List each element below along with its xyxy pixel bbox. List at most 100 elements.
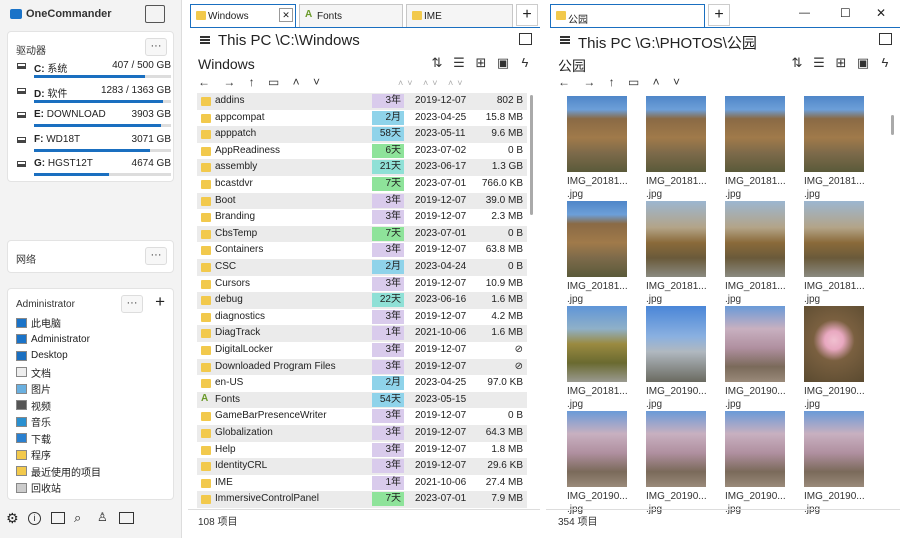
file-row[interactable]: Globalization 3年 2019-12-07 64.3 MB xyxy=(197,425,527,442)
favorite-item[interactable]: 此电脑 xyxy=(16,315,61,330)
drive-item[interactable]: F: WD18T 3071 GB xyxy=(17,134,171,158)
path-bar[interactable]: This PC \C:\Windows xyxy=(218,32,360,49)
favorite-item[interactable]: Administrator xyxy=(16,332,90,347)
user-more-button[interactable]: ··· xyxy=(121,295,143,313)
close-tab-icon[interactable]: ✕ xyxy=(279,8,293,22)
drive-item[interactable]: G: HGST12T 4674 GB xyxy=(17,158,171,182)
file-row[interactable]: IdentityCRL 3年 2019-12-07 29.6 KB xyxy=(197,458,527,475)
add-favorite-button[interactable]: + xyxy=(155,292,165,312)
drive-item[interactable]: C: 系统 407 / 500 GB xyxy=(17,60,171,84)
drive-item[interactable]: D: 软件 1283 / 1363 GB xyxy=(17,85,171,109)
file-row[interactable]: en-US 2月 2023-04-25 97.0 KB xyxy=(197,375,527,392)
search-icon[interactable]: ⌕ xyxy=(74,510,81,526)
minimize-button[interactable]: — xyxy=(799,7,810,19)
drive-item[interactable]: E: DOWNLOAD 3903 GB xyxy=(17,109,171,133)
window-icon[interactable] xyxy=(119,512,134,524)
photo-thumbnail[interactable] xyxy=(725,201,785,277)
favorite-item[interactable]: 音乐 xyxy=(16,414,51,429)
photo-thumbnail[interactable] xyxy=(725,306,785,382)
favorite-item[interactable]: Desktop xyxy=(16,348,68,363)
file-row[interactable]: CSC 2月 2023-04-24 0 B xyxy=(197,259,527,276)
new-item-icon[interactable]: ⊞ xyxy=(832,55,850,71)
file-row[interactable]: Containers 3年 2019-12-07 63.8 MB xyxy=(197,242,527,259)
scrollbar[interactable] xyxy=(530,95,533,215)
nav-buttons[interactable]: ← → ↑ ▭ ˄ ˅ xyxy=(198,75,325,89)
column-sort-carets[interactable]: ˄˅ ˄˅ ˄˅ xyxy=(398,78,467,88)
file-row[interactable]: IME 1年 2021-10-06 27.4 MB xyxy=(197,475,527,492)
file-row[interactable]: apppatch 58天 2023-05-11 9.6 MB xyxy=(197,126,527,143)
user-icon[interactable]: ♙ xyxy=(97,510,108,524)
file-row[interactable]: Cursors 3年 2019-12-07 10.9 MB xyxy=(197,276,527,293)
file-row[interactable]: Downloaded Program Files 3年 2019-12-07 ⊘ xyxy=(197,358,527,376)
file-row[interactable]: DigitalLocker 3年 2019-12-07 ⊘ xyxy=(197,342,527,359)
favorite-item[interactable]: 程序 xyxy=(16,447,51,462)
maximize-button[interactable]: ☐ xyxy=(840,6,851,20)
favorite-item[interactable]: 视频 xyxy=(16,398,51,413)
photo-thumbnail[interactable] xyxy=(646,306,706,382)
path-bar[interactable]: This PC \G:\PHOTOS\公园 xyxy=(578,32,757,53)
file-row[interactable]: debug 22天 2023-06-16 1.6 MB xyxy=(197,292,527,309)
photo-thumbnail[interactable] xyxy=(646,201,706,277)
actions-icon[interactable]: ϟ xyxy=(876,55,894,70)
new-item-icon[interactable]: ⊞ xyxy=(472,55,490,71)
photo-thumbnail[interactable] xyxy=(646,96,706,172)
file-row[interactable]: GameBarPresenceWriter 3年 2019-12-07 0 B xyxy=(197,408,527,425)
file-row[interactable]: appcompat 2月 2023-04-25 15.8 MB xyxy=(197,110,527,127)
favorite-item[interactable]: 文档 xyxy=(16,365,51,380)
close-button[interactable]: ✕ xyxy=(876,6,886,20)
columns-icon[interactable] xyxy=(879,33,892,45)
file-size: ⊘ xyxy=(514,344,523,355)
file-row[interactable]: A Fonts 54天 2023-05-15 xyxy=(197,391,527,409)
photo-thumbnail[interactable] xyxy=(804,201,864,277)
photo-thumbnail[interactable] xyxy=(567,306,627,382)
nav-buttons[interactable]: ← → ↑ ▭ ˄ ˅ xyxy=(558,75,685,89)
file-row[interactable]: assembly 21天 2023-06-17 1.3 GB xyxy=(197,159,527,176)
list-view-icon[interactable]: ☰ xyxy=(810,55,828,71)
columns-icon[interactable] xyxy=(519,33,532,45)
favorite-item[interactable]: 回收站 xyxy=(16,480,61,495)
favorite-item[interactable]: 最近使用的项目 xyxy=(16,464,101,479)
new-tab-button-right[interactable]: + xyxy=(708,4,730,26)
new-tab-button[interactable]: + xyxy=(516,4,538,26)
favorite-item[interactable]: 下载 xyxy=(16,431,51,446)
menu-icon[interactable] xyxy=(560,36,570,44)
drives-more-button[interactable]: ··· xyxy=(145,38,167,56)
photo-thumbnail[interactable] xyxy=(725,96,785,172)
tab-fonts[interactable]: A Fonts xyxy=(299,4,403,27)
file-row[interactable]: diagnostics 3年 2019-12-07 4.2 MB xyxy=(197,309,527,326)
sort-icon[interactable]: ⇅ xyxy=(788,55,806,71)
file-row[interactable]: Help 3年 2019-12-07 1.8 MB xyxy=(197,442,527,459)
network-more-button[interactable]: ··· xyxy=(145,247,167,265)
paste-icon[interactable]: ▣ xyxy=(854,55,872,71)
scrollbar[interactable] xyxy=(891,115,894,135)
file-row[interactable]: addins 3年 2019-12-07 802 B xyxy=(197,93,527,110)
info-icon[interactable]: i xyxy=(28,512,41,525)
menu-icon[interactable] xyxy=(200,36,210,44)
sort-icon[interactable]: ⇅ xyxy=(428,55,446,71)
photo-thumbnail[interactable] xyxy=(567,411,627,487)
file-row[interactable]: DiagTrack 1年 2021-10-06 1.6 MB xyxy=(197,325,527,342)
file-row[interactable]: AppReadiness 6天 2023-07-02 0 B xyxy=(197,143,527,160)
new-window-button[interactable] xyxy=(145,5,165,23)
file-row[interactable]: Boot 3年 2019-12-07 39.0 MB xyxy=(197,192,527,210)
favorite-item[interactable]: 图片 xyxy=(16,381,51,396)
paste-icon[interactable]: ▣ xyxy=(494,55,512,71)
file-row[interactable]: Branding 3年 2019-12-07 2.3 MB xyxy=(197,209,527,226)
tab-park[interactable]: 公园 xyxy=(550,4,705,27)
settings-icon[interactable]: ⚙ xyxy=(6,510,19,527)
file-row[interactable]: ImmersiveControlPanel 7天 2023-07-01 7.9 … xyxy=(197,491,527,508)
photo-thumbnail[interactable] xyxy=(804,306,864,382)
photo-thumbnail[interactable] xyxy=(804,411,864,487)
file-row[interactable]: bcastdvr 7天 2023-07-01 766.0 KB xyxy=(197,176,527,193)
file-row[interactable]: CbsTemp 7天 2023-07-01 0 B xyxy=(197,225,527,243)
tab-windows[interactable]: Windows ✕ xyxy=(190,4,296,27)
photo-thumbnail[interactable] xyxy=(725,411,785,487)
panel-icon[interactable] xyxy=(51,512,65,524)
tab-ime[interactable]: IME xyxy=(406,4,513,27)
photo-thumbnail[interactable] xyxy=(804,96,864,172)
actions-icon[interactable]: ϟ xyxy=(516,55,534,70)
photo-thumbnail[interactable] xyxy=(567,96,627,172)
photo-thumbnail[interactable] xyxy=(646,411,706,487)
photo-thumbnail[interactable] xyxy=(567,201,627,277)
list-view-icon[interactable]: ☰ xyxy=(450,55,468,71)
